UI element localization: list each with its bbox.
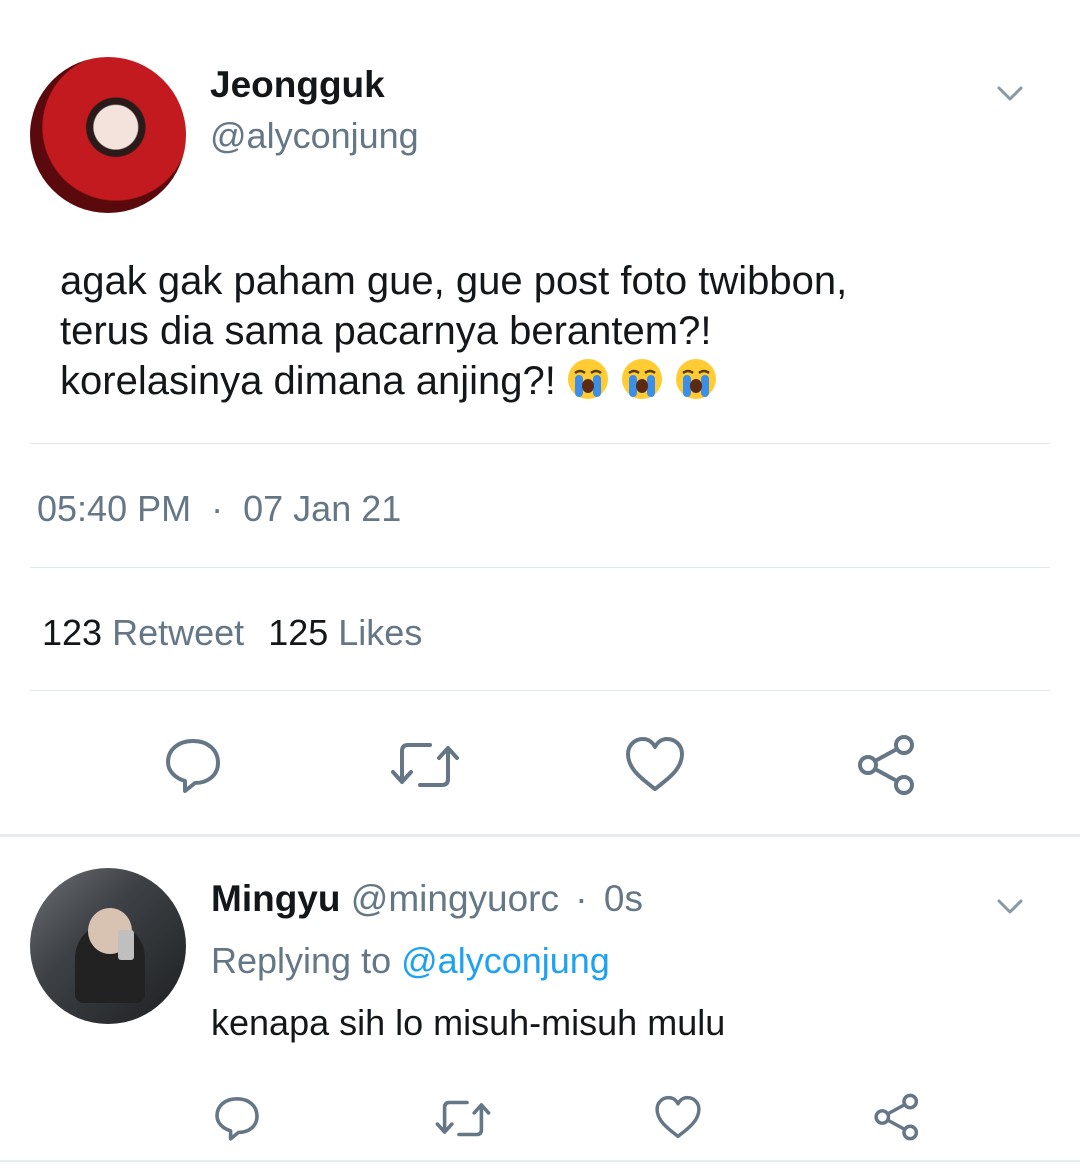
reply-share-button[interactable]	[873, 1093, 921, 1141]
retweet-icon	[435, 1100, 491, 1137]
divider	[30, 690, 1050, 691]
like-icon	[655, 1095, 701, 1139]
chevron-down-icon[interactable]	[996, 893, 1024, 921]
reply-author-avatar[interactable]	[30, 868, 186, 1024]
replying-to: Replying to @alyconjung	[211, 940, 610, 982]
loudly-crying-face-icon	[675, 359, 716, 399]
tweet-text: agak gak paham gue, gue post foto twibbo…	[60, 256, 1040, 406]
replying-prefix: Replying to	[211, 940, 392, 981]
tweet-date: 07 Jan 21	[243, 488, 402, 529]
share-button[interactable]	[856, 734, 918, 796]
retweet-count: 123	[42, 612, 103, 653]
loudly-crying-face-icon	[567, 359, 608, 399]
retweet-icon	[391, 743, 459, 787]
retweet-stat[interactable]: 123 Retweet	[42, 612, 254, 653]
like-button[interactable]	[624, 735, 686, 793]
retweet-label: Retweet	[112, 612, 245, 653]
reply-reply-button[interactable]	[213, 1094, 261, 1142]
likes-label: Likes	[338, 612, 423, 653]
retweet-button[interactable]	[390, 737, 460, 793]
section-divider	[0, 834, 1080, 837]
divider	[30, 567, 1050, 568]
tweet-text-line: agak gak paham gue, gue post foto twibbo…	[60, 259, 848, 303]
tweet-stats: 123 Retweet 125 Likes	[42, 612, 422, 654]
tweet-time: 05:40 PM	[37, 488, 192, 529]
share-icon	[874, 1093, 919, 1141]
author-name[interactable]: Jeongguk	[210, 64, 385, 106]
reply-author-name[interactable]: Mingyu	[211, 878, 340, 919]
author-handle[interactable]: @alyconjung	[210, 115, 419, 157]
section-divider	[0, 1160, 1080, 1162]
reply-retweet-button[interactable]	[435, 1096, 491, 1141]
reply-author-handle[interactable]: @mingyuorc	[351, 878, 559, 919]
replying-handle-link[interactable]: @alyconjung	[401, 940, 610, 981]
reply-text: kenapa sih lo misuh-misuh mulu	[211, 1002, 726, 1043]
author-avatar[interactable]	[30, 57, 186, 213]
avatar-phone	[118, 930, 134, 960]
reply-icon	[166, 739, 220, 793]
loudly-crying-face-icon	[621, 359, 662, 399]
separator-dot: ·	[211, 488, 224, 529]
reply-time: 0s	[603, 878, 643, 919]
likes-count: 125	[268, 612, 329, 653]
separator-dot: ·	[575, 878, 588, 919]
tweet-timestamp: 05:40 PM · 07 Jan 21	[37, 488, 401, 530]
reply-icon	[215, 1097, 259, 1141]
like-icon	[626, 737, 684, 791]
tweet-text-line-emoji: korelasinya dimana anjing?!	[60, 356, 1040, 406]
likes-stat[interactable]: 125 Likes	[268, 612, 422, 653]
reply-header: Mingyu @mingyuorc · 0s	[211, 878, 643, 920]
chevron-down-icon[interactable]	[996, 80, 1024, 108]
share-icon	[858, 735, 914, 795]
reply-button[interactable]	[163, 735, 223, 795]
tweet-text-line: terus dia sama pacarnya berantem?!	[60, 309, 712, 353]
divider	[30, 443, 1050, 444]
reply-like-button[interactable]	[654, 1094, 702, 1140]
